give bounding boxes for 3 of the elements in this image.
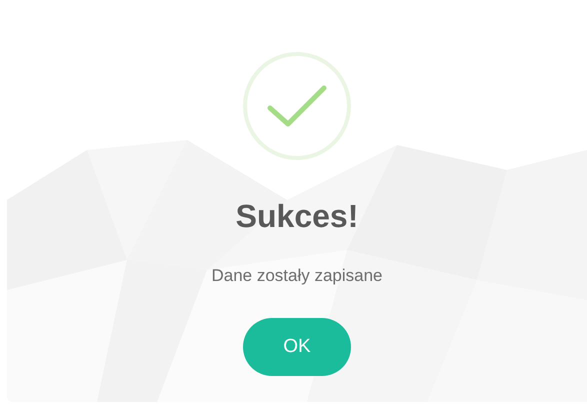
dialog-title: Sukces! — [236, 197, 358, 236]
dialog-message: Dane zostały zapisane — [211, 265, 383, 287]
success-icon — [243, 52, 351, 160]
